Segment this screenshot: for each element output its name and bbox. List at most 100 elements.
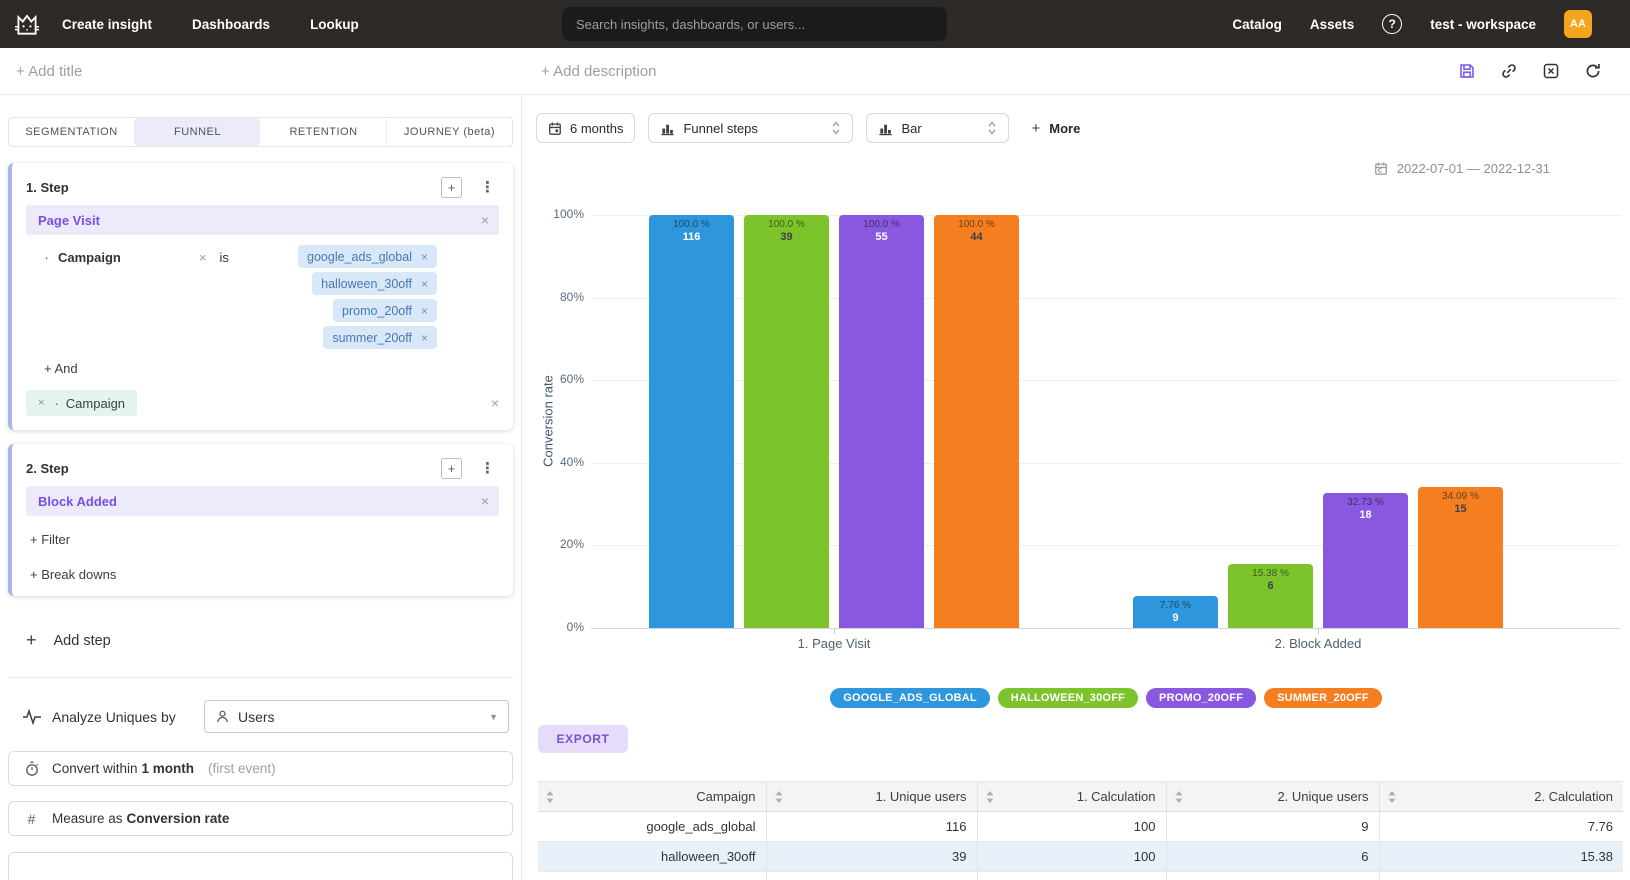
plus-icon: +	[26, 630, 37, 651]
bullet-icon: ·	[54, 396, 58, 411]
nav-catalog[interactable]: Catalog	[1232, 17, 1282, 32]
workspace-name[interactable]: test - workspace	[1430, 17, 1536, 32]
time-window-button[interactable]: 6 months	[536, 113, 635, 143]
share-link-icon[interactable]	[1500, 62, 1518, 80]
date-range: 2022-07-01 — 2022-12-31	[1374, 161, 1550, 176]
legend-item-promo_20off[interactable]: PROMO_20OFF	[1146, 688, 1256, 708]
funnel-bar-summer_20off[interactable]: 100.0 %44	[934, 215, 1019, 628]
funnel-config-panel: SEGMENTATIONFUNNELRETENTIONJOURNEY (beta…	[0, 95, 521, 880]
chart-kind-select[interactable]: Funnel steps	[648, 113, 853, 143]
table-cell: 39	[766, 842, 977, 872]
nav-dashboards[interactable]: Dashboards	[192, 17, 270, 32]
funnel-bar-google_ads_global[interactable]: 100.0 %116	[649, 215, 734, 628]
step-1-kebab-menu-icon[interactable]: ⋮	[480, 178, 495, 196]
nav-lookup[interactable]: Lookup	[310, 17, 359, 32]
legend-item-summer_20off[interactable]: SUMMER_20OFF	[1264, 688, 1382, 708]
filter-value-chip[interactable]: google_ads_global×	[298, 245, 437, 268]
measure-as-button[interactable]: # Measure as Conversion rate	[8, 801, 513, 836]
add-and-condition[interactable]: + And	[44, 361, 499, 376]
remove-breakdown-icon[interactable]: ×	[38, 397, 44, 409]
convert-value: 1 month	[142, 761, 195, 776]
remove-event-icon[interactable]: ×	[481, 212, 489, 228]
tab-funnel[interactable]: FUNNEL	[134, 118, 260, 146]
bar-percent-label: 100.0 %	[744, 218, 829, 231]
close-insight-icon[interactable]	[1542, 62, 1560, 80]
remove-filter-icon[interactable]: ×	[199, 250, 207, 265]
add-title[interactable]: + Add title	[16, 63, 82, 80]
remove-value-icon[interactable]: ×	[421, 250, 428, 264]
measure-text: Measure as	[52, 811, 123, 826]
refresh-icon[interactable]	[1584, 62, 1602, 80]
convert-within-button[interactable]: Convert within 1 month (first event)	[8, 751, 513, 786]
column-header-2-unique-users[interactable]: 2. Unique users	[1166, 782, 1379, 812]
column-header-campaign[interactable]: Campaign	[538, 782, 766, 812]
legend-item-halloween_30off[interactable]: HALLOWEEN_30OFF	[998, 688, 1138, 708]
filter-value-chip[interactable]: halloween_30off×	[312, 272, 437, 295]
filter-property[interactable]: Campaign	[58, 250, 121, 265]
column-header-1-calculation[interactable]: 1. Calculation	[977, 782, 1166, 812]
table-row[interactable]: halloween_30off39100615.38	[538, 842, 1623, 872]
funnel-bar-halloween_30off[interactable]: 100.0 %39	[744, 215, 829, 628]
funnel-bar-google_ads_global[interactable]: 7.76 %9	[1133, 596, 1218, 628]
tab-segmentation[interactable]: SEGMENTATION	[9, 118, 134, 146]
bar-chart-icon	[660, 121, 675, 136]
nav-create-insight[interactable]: Create insight	[62, 17, 152, 32]
table-row-partial[interactable]	[538, 872, 1623, 880]
remove-value-icon[interactable]: ×	[421, 304, 428, 318]
column-header-2-calculation[interactable]: 2. Calculation	[1379, 782, 1623, 812]
funnel-bar-halloween_30off[interactable]: 15.38 %6	[1228, 564, 1313, 628]
filter-value-chip[interactable]: summer_20off×	[323, 326, 437, 349]
filter-value-chip[interactable]: promo_20off×	[333, 299, 437, 322]
legend-item-google_ads_global[interactable]: GOOGLE_ADS_GLOBAL	[830, 688, 990, 708]
remove-value-icon[interactable]: ×	[421, 331, 428, 345]
funnel-bar-summer_20off[interactable]: 34.09 %15	[1418, 487, 1503, 628]
table-cell	[766, 872, 977, 880]
column-header-label: 1. Unique users	[875, 789, 966, 804]
bar-users-label: 15	[1418, 503, 1503, 516]
step-2-kebab-menu-icon[interactable]: ⋮	[480, 459, 495, 477]
visualization-panel: 6 months Funnel steps	[521, 95, 1630, 880]
column-header-1-unique-users[interactable]: 1. Unique users	[766, 782, 977, 812]
add-description[interactable]: + Add description	[541, 63, 657, 80]
nav-assets[interactable]: Assets	[1310, 17, 1354, 32]
table-row[interactable]: google_ads_global11610097.76	[538, 812, 1623, 842]
funnel-bar-chart: Conversion rate 0%20%40%60%80%100% 100.0…	[522, 205, 1630, 815]
date-range-text: 2022-07-01 — 2022-12-31	[1397, 161, 1550, 176]
primary-nav: Create insight Dashboards Lookup	[62, 17, 359, 32]
avatar[interactable]: AA	[1564, 10, 1592, 38]
add-breakdowns-link[interactable]: + Break downs	[30, 567, 499, 582]
nav-right: Catalog Assets ? test - workspace AA	[1232, 0, 1630, 48]
help-icon[interactable]: ?	[1382, 14, 1402, 34]
search-input[interactable]: Search insights, dashboards, or users...	[562, 7, 947, 41]
table-cell	[977, 872, 1166, 880]
filter-operator[interactable]: is	[219, 250, 228, 265]
step-2-add-event-icon[interactable]: +	[441, 458, 462, 479]
step-1-add-event-icon[interactable]: +	[441, 177, 462, 198]
remove-value-icon[interactable]: ×	[421, 277, 428, 291]
logo-cat-icon[interactable]	[10, 9, 44, 39]
step-2-event-pill[interactable]: Block Added ×	[26, 486, 499, 516]
tab-retention[interactable]: RETENTION	[260, 118, 386, 146]
tab-journey-beta[interactable]: JOURNEY (beta)	[386, 118, 512, 146]
more-button[interactable]: + More	[1031, 120, 1080, 137]
step-1-event-pill[interactable]: Page Visit ×	[26, 205, 499, 235]
column-header-label: 1. Calculation	[1077, 789, 1156, 804]
save-icon[interactable]	[1458, 62, 1476, 80]
analyze-by-select[interactable]: Users ▼	[204, 700, 509, 733]
x-axis-category-label: 2. Block Added	[1275, 636, 1362, 651]
x-axis-tick-mark	[1318, 628, 1319, 634]
add-filter-link[interactable]: + Filter	[30, 532, 499, 547]
table-cell	[1166, 872, 1379, 880]
add-step-button[interactable]: + Add step	[26, 630, 521, 651]
clipped-option-box[interactable]	[8, 852, 513, 880]
export-button[interactable]: EXPORT	[538, 725, 628, 753]
funnel-bar-promo_20off[interactable]: 32.73 %18	[1323, 493, 1408, 628]
table-cell: 100	[977, 812, 1166, 842]
chart-type-select[interactable]: Bar	[866, 113, 1009, 143]
funnel-bar-promo_20off[interactable]: 100.0 %55	[839, 215, 924, 628]
clear-breakdown-icon[interactable]: ×	[491, 395, 499, 411]
chart-controls: 6 months Funnel steps	[536, 113, 1080, 143]
measure-value: Conversion rate	[127, 811, 230, 826]
remove-event-icon[interactable]: ×	[481, 493, 489, 509]
breakdown-chip[interactable]: × · Campaign	[26, 390, 137, 416]
